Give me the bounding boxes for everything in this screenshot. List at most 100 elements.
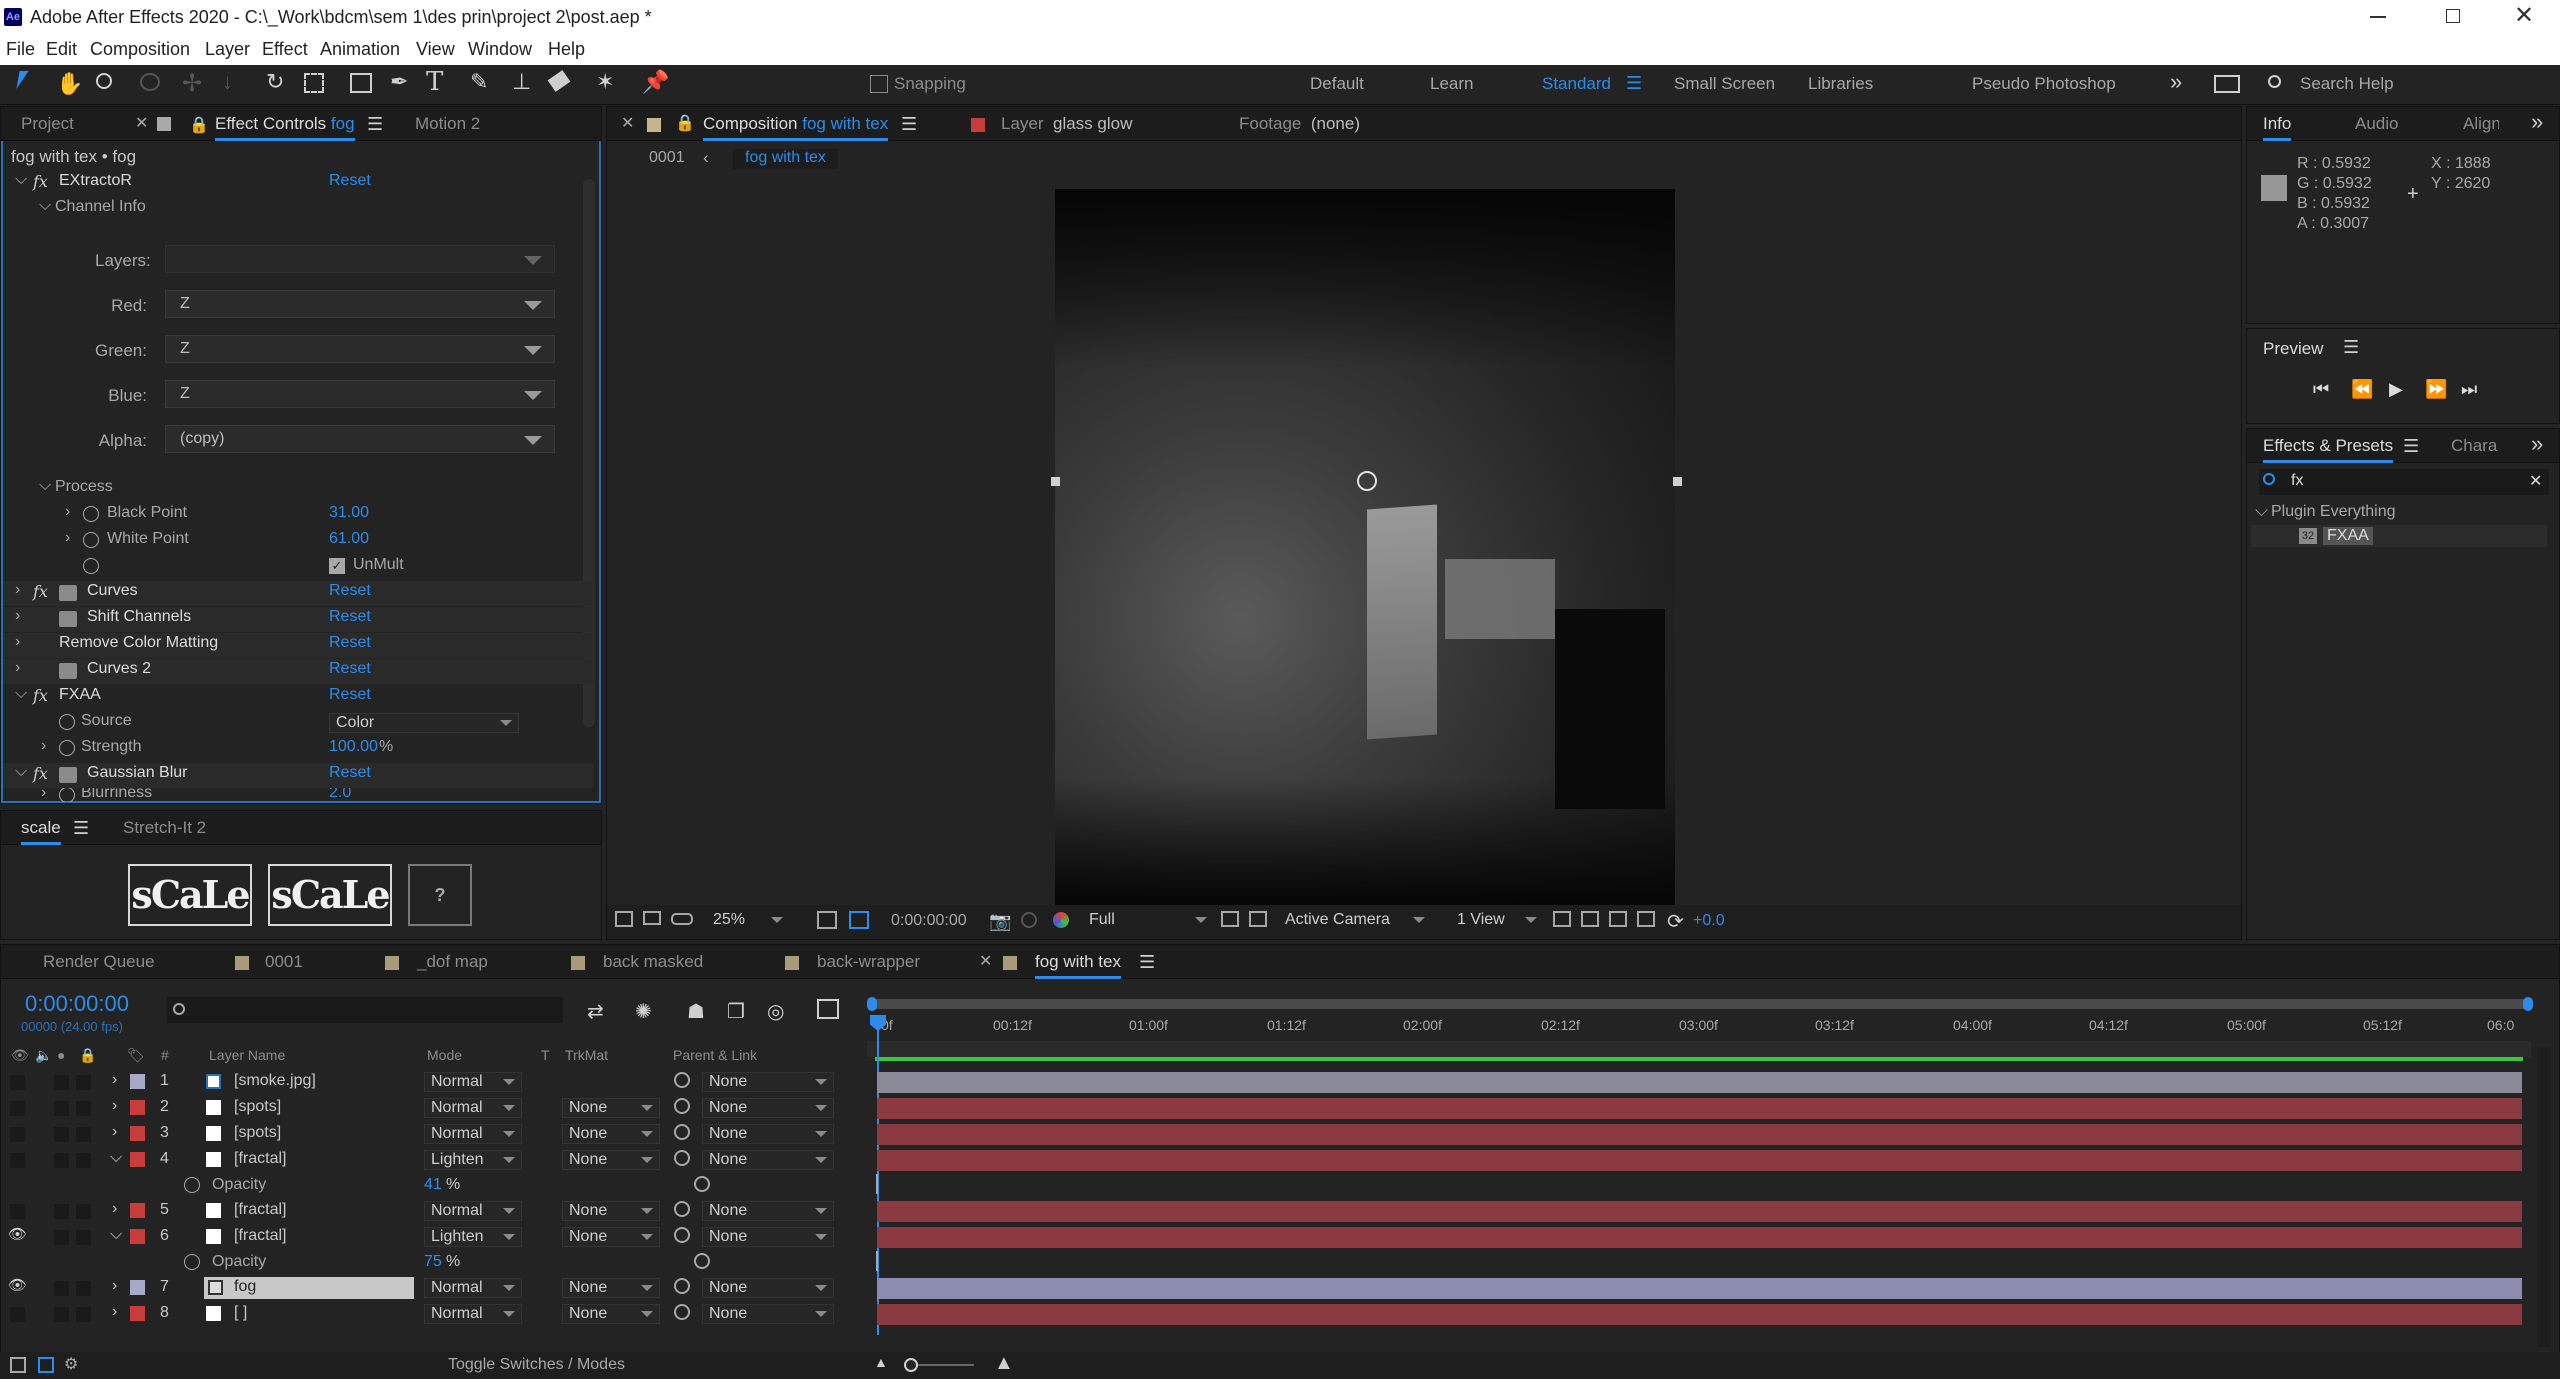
comp-viewer[interactable] (607, 177, 2241, 905)
layer-row[interactable]: › 8 [ ] Normal None None (0, 1302, 860, 1327)
orbit-tool-icon[interactable] (140, 73, 160, 91)
layer-row[interactable]: › 3 [spots] Normal None None (0, 1122, 860, 1147)
clear-search-icon[interactable]: ✕ (2529, 471, 2542, 491)
lock-switch[interactable] (76, 1075, 91, 1090)
pen-tool-icon[interactable]: ✒ (390, 69, 408, 95)
tab-layer[interactable]: Layer glass glow (1001, 107, 1132, 141)
collapse-chevron-icon[interactable]: ⌵ (110, 1226, 122, 1244)
solo-switch[interactable] (54, 1127, 69, 1142)
scale-button-2[interactable]: sCaLe (268, 864, 392, 926)
visibility-switch[interactable] (10, 1204, 25, 1219)
blurriness-row[interactable]: › Blurriness 2.0 (3, 788, 593, 802)
stopwatch-icon[interactable] (59, 714, 75, 730)
reset-link[interactable]: Reset (329, 660, 371, 678)
blend-mode-dropdown[interactable]: Lighten (424, 1150, 522, 1170)
blend-mode-dropdown[interactable]: Normal (424, 1072, 522, 1092)
pick-whip-icon[interactable] (674, 1201, 690, 1217)
layer-label-color[interactable] (130, 1306, 145, 1321)
effects-search-field[interactable]: fx ✕ (2259, 469, 2549, 495)
resolution-dropdown[interactable]: Full (1083, 911, 1213, 931)
zoom-out-icon[interactable]: ▲ (874, 1354, 888, 1370)
layer-label-color[interactable] (130, 1152, 145, 1167)
expand-chevron-icon[interactable]: › (112, 1097, 117, 1115)
show-snapshot-icon[interactable] (1021, 912, 1037, 928)
handle-right[interactable] (1673, 477, 1682, 486)
white-point-row[interactable]: › White Point 61.00 (3, 529, 593, 554)
effect-extractor[interactable]: ⌵ fx EXtractoR Reset (3, 171, 593, 196)
layer-duration-bar[interactable] (877, 1124, 2522, 1145)
search-help-input[interactable]: Search Help (2300, 74, 2394, 94)
exposure-value[interactable]: +0.0 (1693, 912, 1725, 930)
layer-row[interactable]: 👁 › 7 fog Normal None None (0, 1276, 860, 1301)
solo-switch[interactable] (54, 1101, 69, 1116)
tab-dof-map[interactable]: _dof map (417, 945, 488, 979)
close-tab-icon[interactable]: ✕ (621, 113, 634, 133)
pick-whip-icon[interactable] (674, 1072, 690, 1088)
expand-chevron-icon[interactable]: › (15, 581, 20, 599)
play-icon[interactable]: ▶ (2389, 379, 2403, 400)
layer-duration-bar[interactable] (877, 1227, 2522, 1248)
workspace-default[interactable]: Default (1310, 74, 1364, 94)
reset-exposure-icon[interactable]: ⟳ (1667, 909, 1684, 934)
pick-whip-icon[interactable] (694, 1176, 710, 1192)
panel-menu-icon[interactable]: ☰ (901, 114, 917, 135)
collapse-chevron-icon[interactable]: ⌵ (15, 685, 27, 703)
solo-switch[interactable] (54, 1204, 69, 1219)
expand-chevron-icon[interactable]: › (65, 529, 70, 547)
toggle-pixel-icon[interactable] (1553, 911, 1571, 927)
pan-tool-icon[interactable]: ✢ (182, 69, 202, 98)
trkmat-dropdown[interactable]: None (562, 1098, 660, 1118)
frame-blending-icon[interactable]: ❐ (727, 999, 745, 1024)
parent-dropdown[interactable]: None (702, 1124, 834, 1144)
view-layout-dropdown[interactable]: 1 View (1451, 911, 1543, 931)
expand-chevron-icon[interactable]: › (15, 633, 20, 651)
prev-frame-icon[interactable]: ⏪ (2351, 379, 2373, 400)
work-area-start[interactable] (867, 997, 877, 1011)
tab-0001[interactable]: 0001 (265, 945, 303, 979)
anchor-point-icon[interactable] (1357, 471, 1377, 491)
alpha-dropdown[interactable]: (copy) (165, 425, 555, 453)
strength-value[interactable]: 100.00 (329, 738, 378, 756)
layer-label-color[interactable] (130, 1280, 145, 1295)
snapshot-icon[interactable]: 📷 (989, 911, 1011, 932)
more-workspaces-icon[interactable]: » (2170, 69, 2182, 95)
rectangle-tool-icon[interactable] (350, 73, 372, 93)
layer-name[interactable]: [fractal] (234, 1201, 286, 1219)
menu-view[interactable]: View (416, 39, 455, 60)
layer-name[interactable]: [fractal] (234, 1227, 286, 1245)
transparency-grid-icon[interactable] (1249, 911, 1267, 927)
collapse-chevron-icon[interactable]: ⌵ (39, 477, 51, 495)
keyframe-marker[interactable] (876, 1174, 878, 1194)
collapse-chevron-icon[interactable]: ⌵ (110, 1149, 122, 1167)
lock-switch[interactable] (76, 1230, 91, 1245)
collapse-chevron-icon[interactable]: ⌵ (2255, 501, 2268, 521)
menu-window[interactable]: Window (468, 39, 532, 60)
keyframe-marker[interactable] (876, 1251, 878, 1271)
shy-icon[interactable]: ☗ (687, 999, 705, 1024)
workspace-small-screen[interactable]: Small Screen (1674, 74, 1775, 94)
tab-back-wrapper[interactable]: back-wrapper (817, 945, 920, 979)
search-value[interactable]: fx (2291, 472, 2303, 490)
next-frame-icon[interactable]: ⏩ (2425, 379, 2447, 400)
panel-menu-icon[interactable]: ☰ (2343, 337, 2359, 358)
trkmat-dropdown[interactable]: None (562, 1227, 660, 1247)
eraser-tool-icon[interactable] (547, 70, 571, 92)
opacity-property-row[interactable]: Opacity 41 % (0, 1174, 860, 1199)
pick-whip-icon[interactable] (674, 1227, 690, 1243)
tab-back-masked[interactable]: back masked (603, 945, 703, 979)
blend-mode-dropdown[interactable]: Normal (424, 1278, 522, 1298)
menu-animation[interactable]: Animation (320, 39, 400, 60)
menu-composition[interactable]: Composition (90, 39, 190, 60)
close-tab-icon[interactable]: ✕ (135, 113, 148, 133)
parent-dropdown[interactable]: None (702, 1201, 834, 1221)
comp-canvas[interactable] (1055, 189, 1675, 905)
menu-effect[interactable]: Effect (262, 39, 308, 60)
last-frame-icon[interactable]: ⏭ (2461, 379, 2477, 400)
tab-motion[interactable]: Motion 2 (415, 107, 480, 141)
pick-whip-icon[interactable] (674, 1278, 690, 1294)
visibility-switch[interactable] (10, 1101, 25, 1116)
white-point-value[interactable]: 61.00 (329, 530, 369, 548)
expand-chevron-icon[interactable]: › (112, 1303, 117, 1321)
tab-effects-presets[interactable]: Effects & Presets (2263, 429, 2394, 463)
workspace-learn[interactable]: Learn (1430, 74, 1473, 94)
